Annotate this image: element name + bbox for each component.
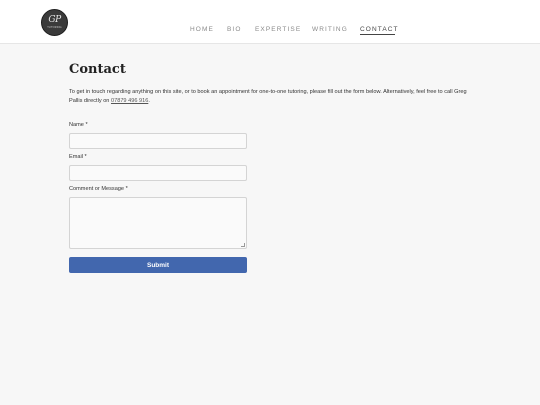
logo-monogram: GP <box>48 15 61 25</box>
contact-form: Name * Email * Comment or Message * Subm… <box>69 0 247 405</box>
nav-active-underline <box>360 34 395 35</box>
name-label: Name * <box>69 122 88 128</box>
nav-item-expertise[interactable]: EXPERTISE <box>255 26 301 34</box>
email-field[interactable] <box>69 165 247 181</box>
email-label: Email * <box>69 154 87 160</box>
nav-item-writing[interactable]: WRITING <box>312 26 348 34</box>
message-textarea[interactable] <box>69 197 247 249</box>
submit-button[interactable]: Submit <box>69 257 247 273</box>
resize-handle-icon[interactable] <box>241 243 245 247</box>
message-label: Comment or Message * <box>69 186 128 192</box>
name-field[interactable] <box>69 133 247 149</box>
nav-item-contact[interactable]: CONTACT <box>360 26 399 34</box>
